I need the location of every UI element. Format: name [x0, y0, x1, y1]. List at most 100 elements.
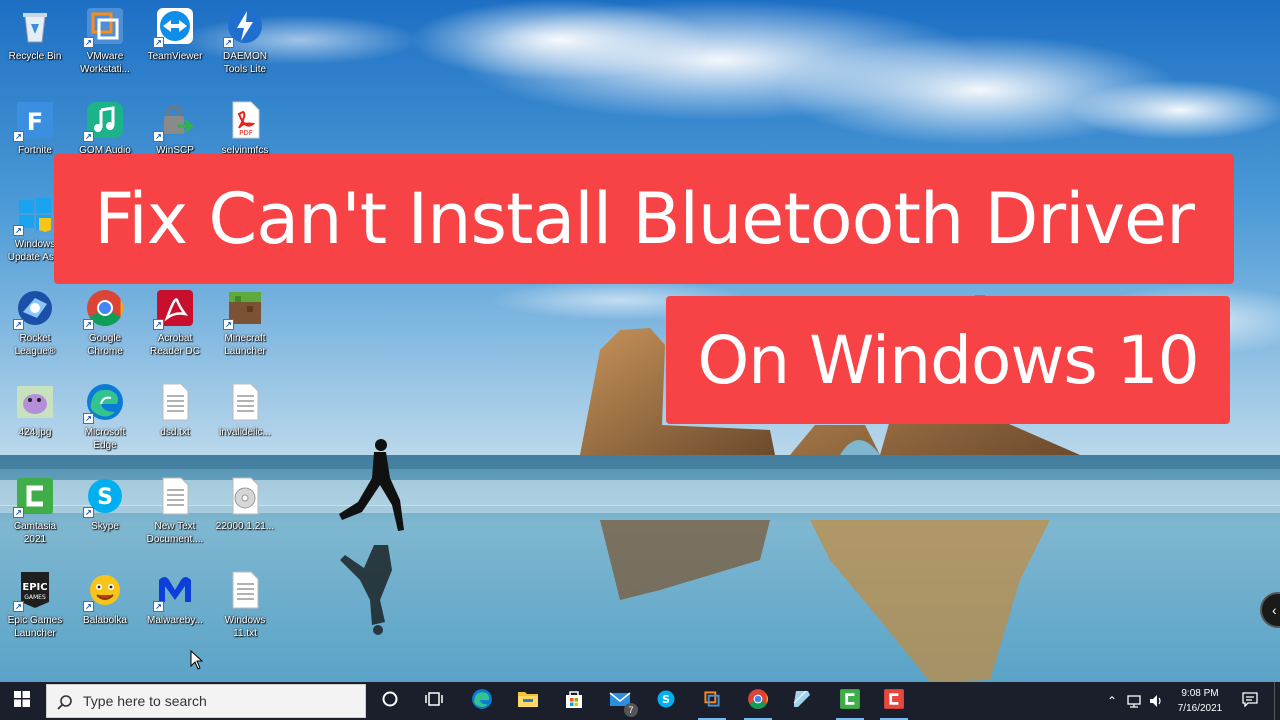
desktop-icon-minecraft[interactable]: ↗ Minecraft Launcher [210, 282, 280, 370]
desktop-icon-new-text-document[interactable]: New Text Document.... [140, 470, 210, 558]
desktop-icon-vmware[interactable]: ↗ VMware Workstati... [70, 0, 140, 88]
windows-update-icon: ↗ [13, 194, 55, 236]
shortcut-arrow-icon: ↗ [83, 507, 94, 518]
start-button[interactable] [0, 682, 44, 720]
desktop-icon-recycle-bin[interactable]: Recycle Bin [0, 0, 70, 88]
taskbar-skype[interactable]: S [644, 682, 688, 720]
subtitle-banner: On Windows 10 [666, 296, 1230, 424]
svg-text:F: F [27, 108, 43, 136]
skype-icon: S [656, 689, 676, 714]
desktop-icon-microsoft-edge[interactable]: ↗ Microsoft Edge [70, 376, 140, 464]
desktop-icon-text-file-dsd[interactable]: dsd.txt [140, 376, 210, 464]
taskbar-notepad[interactable] [780, 682, 824, 720]
desktop-icon-google-chrome[interactable]: ↗ Google Chrome [70, 282, 140, 370]
teamviewer-icon: ↗ [153, 6, 195, 48]
minecraft-icon: ↗ [223, 288, 265, 330]
windows-logo-icon [14, 690, 30, 712]
malwarebytes-icon: ↗ [153, 570, 195, 612]
desktop-icon-text-file-invalid[interactable]: invalidelic... [210, 376, 280, 464]
taskbar-vmware[interactable] [690, 682, 734, 720]
volume-icon[interactable] [1148, 693, 1164, 709]
svg-text:S: S [662, 693, 670, 706]
shortcut-arrow-icon: ↗ [153, 37, 164, 48]
taskbar-file-explorer[interactable] [506, 682, 550, 720]
task-view-icon [425, 690, 443, 713]
chevron-up-icon[interactable]: ⌃ [1104, 693, 1120, 709]
desktop-icon-acrobat-reader[interactable]: ↗ Acrobat Reader DC [140, 282, 210, 370]
shortcut-arrow-icon: ↗ [13, 131, 24, 142]
desktop-icon-daemon-tools[interactable]: ↗ DAEMON Tools Lite [210, 0, 280, 88]
shortcut-arrow-icon: ↗ [223, 319, 234, 330]
desktop-icon-image-file[interactable]: 424.jpg [0, 376, 70, 464]
shortcut-arrow-icon: ↗ [83, 37, 94, 48]
shortcut-arrow-icon: ↗ [13, 225, 24, 236]
camtasia-recorder-icon [883, 688, 905, 715]
chrome-icon [747, 688, 769, 715]
svg-text:PDF: PDF [239, 129, 253, 137]
svg-text:GAMES: GAMES [24, 594, 46, 601]
mouse-cursor-icon [190, 649, 204, 675]
taskbar-camtasia[interactable] [828, 682, 872, 720]
balabolka-icon: ↗ [83, 570, 125, 612]
taskbar-edge[interactable] [460, 682, 504, 720]
taskbar: 7 S ⌃ 9:08 PM 7/16/2021 [0, 682, 1280, 720]
image-file-icon [15, 382, 55, 422]
taskbar-microsoft-store[interactable] [552, 682, 596, 720]
taskbar-chrome[interactable] [736, 682, 780, 720]
desktop-icon-disc-image[interactable]: 22000.1.21... [210, 470, 280, 558]
skype-icon: S ↗ [83, 476, 125, 518]
desktop-icon-rocket-league[interactable]: ↗ Rocket League® [0, 282, 70, 370]
desktop-icon-malwarebytes[interactable]: ↗ Malwareby... [140, 564, 210, 652]
clock-date: 7/16/2021 [1177, 703, 1223, 714]
text-file-icon [225, 570, 265, 610]
title-banner: Fix Can't Install Bluetooth Driver [54, 154, 1234, 284]
desktop-icon-windows11-text[interactable]: Windows 11.txt [210, 564, 280, 652]
taskbar-search-box[interactable] [46, 684, 366, 718]
desktop-icon-teamviewer[interactable]: ↗ TeamViewer [140, 0, 210, 88]
taskbar-mail[interactable]: 7 [598, 682, 642, 720]
shortcut-arrow-icon: ↗ [13, 601, 24, 612]
shortcut-arrow-icon: ↗ [153, 319, 164, 330]
taskbar-clock[interactable]: 9:08 PM 7/16/2021 [1170, 686, 1230, 716]
network-icon[interactable] [1126, 693, 1142, 709]
taskbar-camtasia-recorder[interactable] [872, 682, 916, 720]
svg-text:EPIC: EPIC [22, 582, 47, 593]
gom-audio-icon: ↗ [83, 100, 125, 142]
microsoft-store-icon [564, 689, 584, 714]
shortcut-arrow-icon: ↗ [153, 131, 164, 142]
pdf-file-icon: PDF [225, 100, 265, 140]
shortcut-arrow-icon: ↗ [83, 319, 94, 330]
shortcut-arrow-icon: ↗ [83, 131, 94, 142]
desktop-icon-skype[interactable]: S ↗ Skype [70, 470, 140, 558]
edge-icon: ↗ [83, 382, 125, 424]
file-explorer-icon [517, 689, 539, 714]
vmware-icon [701, 688, 723, 715]
epic-games-icon: EPIC GAMES ↗ [13, 570, 55, 612]
clock-time: 9:08 PM [1181, 688, 1219, 699]
desktop-icon-balabolka[interactable]: ↗ Balabolka [70, 564, 140, 652]
action-center-button[interactable] [1236, 682, 1264, 720]
shortcut-arrow-icon: ↗ [153, 601, 164, 612]
subtitle-text: On Windows 10 [697, 321, 1199, 399]
search-input[interactable] [83, 691, 353, 711]
disc-image-icon [225, 476, 265, 516]
recycle-bin-icon [15, 6, 55, 46]
camtasia-icon: ↗ [13, 476, 55, 518]
desktop-icon-epic-games[interactable]: EPIC GAMES ↗ Epic Games Launcher [0, 564, 70, 652]
cortana-icon [381, 690, 399, 713]
shortcut-arrow-icon: ↗ [223, 37, 234, 48]
desktop-icon-camtasia[interactable]: ↗ Camtasia 2021 [0, 470, 70, 558]
shortcut-arrow-icon: ↗ [13, 507, 24, 518]
shortcut-arrow-icon: ↗ [13, 319, 24, 330]
show-desktop-button[interactable] [1274, 682, 1280, 720]
camtasia-icon [839, 688, 861, 715]
search-icon [57, 694, 73, 715]
text-file-icon [155, 476, 195, 516]
winscp-icon: ↗ [153, 100, 195, 142]
task-view-button[interactable] [412, 682, 456, 720]
shortcut-arrow-icon: ↗ [83, 413, 94, 424]
acrobat-icon: ↗ [153, 288, 195, 330]
notification-icon [1242, 691, 1258, 712]
cortana-button[interactable] [368, 682, 412, 720]
rocket-league-icon: ↗ [13, 288, 55, 330]
